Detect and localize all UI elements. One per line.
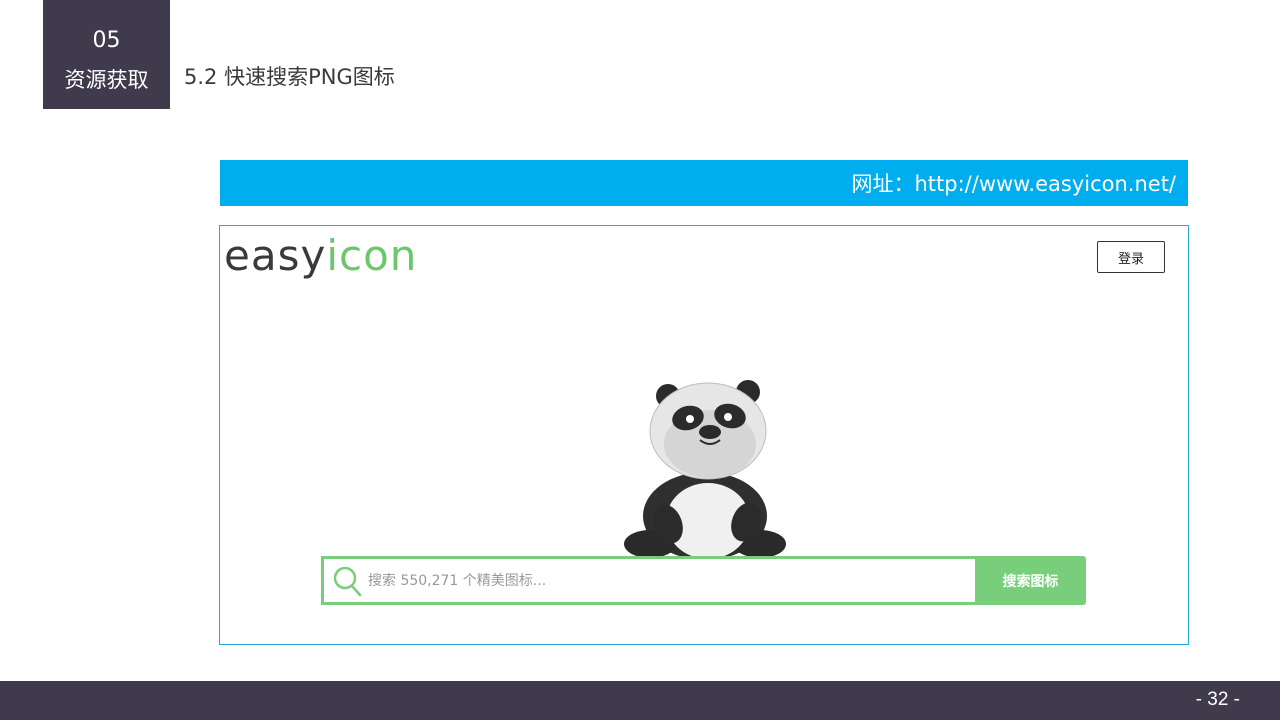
page-number: - 32 - xyxy=(1195,689,1240,710)
section-name: 资源获取 xyxy=(64,68,149,92)
footer-bar: - 32 - xyxy=(0,681,1280,720)
login-button[interactable]: 登录 xyxy=(1097,241,1165,273)
website-screenshot: easyicon 登录 搜索 550,271 个精美图标... 搜索图标 xyxy=(219,225,1189,645)
slide-title: 5.2 快速搜索PNG图标 xyxy=(184,65,395,89)
url-text: 网址：http://www.easyicon.net/ xyxy=(851,172,1176,196)
panda-mascot-icon xyxy=(624,380,786,558)
section-tab: 05 资源获取 xyxy=(43,0,170,109)
logo-part-easy: easy xyxy=(224,231,327,280)
search-bar: 搜索图标 xyxy=(321,556,1086,605)
easyicon-logo[interactable]: easyicon xyxy=(224,228,417,284)
section-number: 05 xyxy=(92,28,121,53)
search-input[interactable] xyxy=(368,559,975,602)
logo-part-icon: icon xyxy=(326,231,418,280)
search-box xyxy=(321,556,975,605)
search-icons-button[interactable]: 搜索图标 xyxy=(975,556,1086,605)
url-banner: 网址：http://www.easyicon.net/ xyxy=(220,160,1188,206)
search-icon xyxy=(333,566,362,596)
